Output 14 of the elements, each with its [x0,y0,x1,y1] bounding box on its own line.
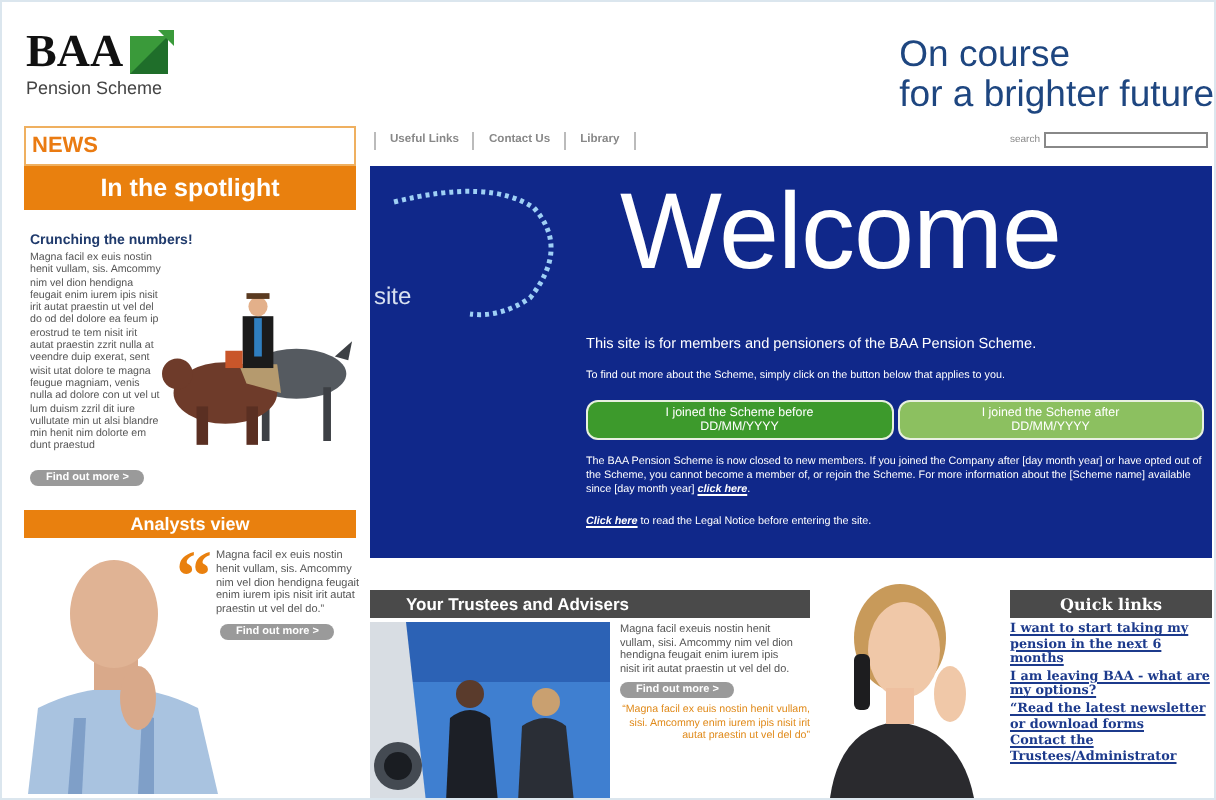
logo-icon [129,30,174,74]
quick-links-title: Quick links [1010,590,1212,618]
side-text: site [374,282,412,310]
logo-subtitle: Pension Scheme [26,78,165,98]
search-field[interactable] [1044,132,1208,148]
news-title: NEWS [24,126,356,166]
logo-text: BAA [26,30,124,74]
spotlight-banner: In the spotlight [24,166,356,210]
quote-mark: “ [176,550,212,618]
analysts-banner: Analysts view [24,510,356,538]
trustees-banner: Your Trustees and Advisers [370,590,810,618]
tagline: On course [899,34,1073,74]
tagline: for a brighter future [899,74,1214,114]
welcome-heading: Welcome [620,170,1064,286]
